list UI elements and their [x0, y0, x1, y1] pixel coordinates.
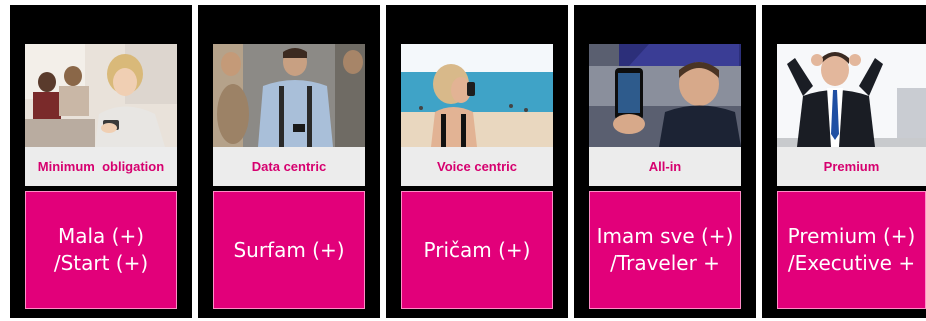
plan-card-voice-centric[interactable]: Voice centric Pričam (+) [386, 5, 568, 318]
plan-name-line-1: Premium (+) [787, 224, 916, 248]
plan-category-label: Minimum obligation [25, 147, 177, 186]
plan-name-line-2: /Traveler + [610, 251, 720, 275]
man-holding-smartphone-photo [589, 44, 741, 147]
plan-name-line-2: /Start (+) [53, 251, 149, 275]
plan-name-button[interactable]: Surfam (+) [213, 191, 365, 309]
plan-category-label: Premium [777, 147, 926, 186]
plan-name-line-1: Surfam (+) [233, 237, 345, 262]
plan-name-line-1: Mala (+) [57, 224, 145, 248]
plan-category-label: All-in [589, 147, 741, 186]
plan-category-label: Voice centric [401, 147, 553, 186]
man-checking-phone-photo [213, 44, 365, 147]
plan-name-line-1: Imam sve (+) [596, 224, 734, 248]
plan-card-premium[interactable]: Premium Premium (+) /Executive + [762, 5, 926, 318]
woman-smiling-at-phone-photo [25, 44, 177, 147]
plan-name-button[interactable]: Mala (+) /Start (+) [25, 191, 177, 309]
plan-name-button[interactable]: Premium (+) /Executive + [777, 191, 926, 309]
plan-card-all-in[interactable]: All-in Imam sve (+) /Traveler + [574, 5, 756, 318]
relaxed-businessman-photo [777, 44, 926, 147]
woman-calling-at-beach-photo [401, 44, 553, 147]
plan-name-button[interactable]: Pričam (+) [401, 191, 553, 309]
plan-name-line-2: /Executive + [787, 251, 916, 275]
plan-card-data-centric[interactable]: Data centric Surfam (+) [198, 5, 380, 318]
plan-category-label: Data centric [213, 147, 365, 186]
plan-card-minimum-obligation[interactable]: Minimum obligation Mala (+) /Start (+) [10, 5, 192, 318]
plan-name-button[interactable]: Imam sve (+) /Traveler + [589, 191, 741, 309]
plan-name-line-1: Pričam (+) [423, 237, 531, 262]
